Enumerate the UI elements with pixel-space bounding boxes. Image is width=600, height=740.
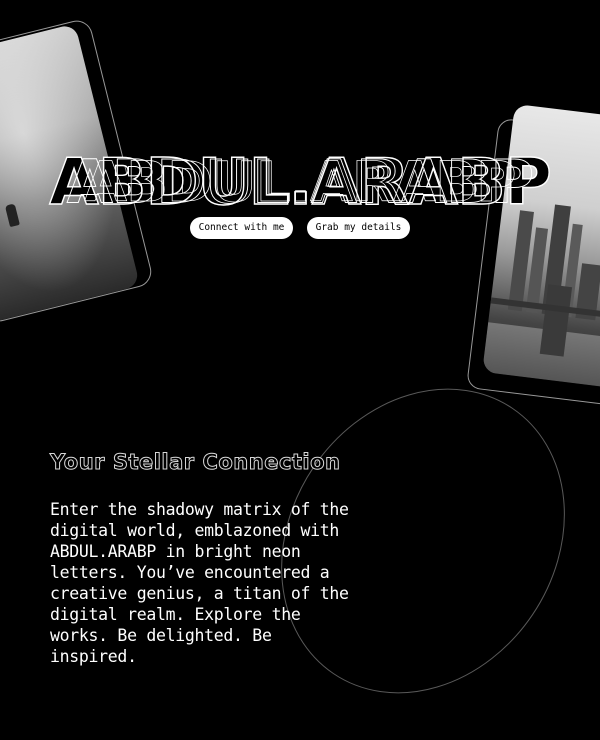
section-title: Your Stellar Connection	[50, 450, 341, 475]
hero-title-inner-outline-2: ABDUL.ARABP	[84, 151, 517, 215]
grab-details-button[interactable]: Grab my details	[307, 217, 410, 239]
page: ABDUL.ARABP ABDUL.ARABP ABDUL.ARABP Conn…	[0, 0, 600, 740]
connect-button[interactable]: Connect with me	[190, 217, 293, 239]
section-body: Enter the shadowy matrix of the digital …	[50, 500, 349, 666]
